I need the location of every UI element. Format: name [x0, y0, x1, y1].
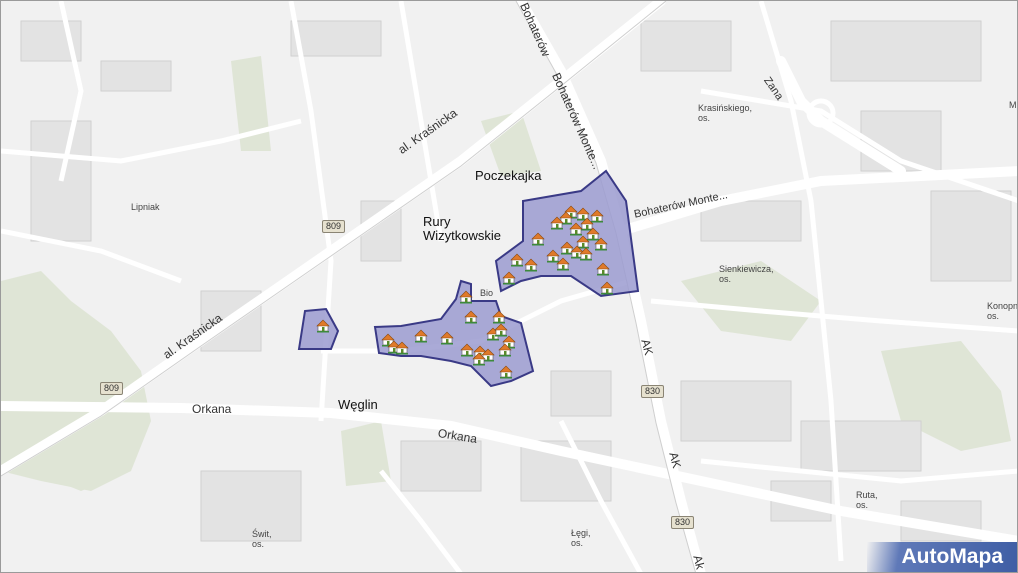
- label-ruta: Ruta,: [856, 490, 878, 500]
- automapa-logo: AutoMapa: [867, 542, 1017, 572]
- label-sienkiewicza-os: os.: [719, 274, 732, 284]
- road-label-orkana-1: Orkana: [192, 402, 232, 416]
- label-krasinskiego-os: os.: [698, 113, 711, 123]
- street: [650, 298, 1017, 334]
- road-label-ak-2: AK: [666, 450, 684, 470]
- building: [400, 440, 482, 492]
- label-konopnickiej: Konopn: [987, 301, 1018, 311]
- building: [640, 20, 732, 72]
- building: [680, 380, 792, 442]
- label-swit-os: os.: [252, 539, 265, 549]
- building: [100, 60, 172, 92]
- map-view[interactable]: Poczekajka Rury Wizytkowskie Węglin Lipn…: [0, 0, 1018, 573]
- label-konopnickiej-os: os.: [987, 311, 1000, 321]
- building: [830, 20, 982, 82]
- route-shield-809: 809: [322, 220, 346, 233]
- label-edge-m: M: [1009, 100, 1017, 110]
- label-bion: Bio: [480, 288, 494, 298]
- label-lipniak: Lipniak: [131, 202, 160, 212]
- label-swit: Świt,: [252, 529, 272, 539]
- label-weglin: Węglin: [338, 397, 378, 412]
- building: [200, 470, 302, 542]
- road-label-ak-1: AK: [638, 337, 656, 357]
- route-shield-830: 830: [671, 516, 695, 529]
- building: [290, 20, 382, 57]
- label-krasinskiego: Krasińskiego,: [698, 103, 753, 113]
- building: [550, 370, 612, 417]
- label-sienkiewicza: Sienkiewicza,: [719, 264, 774, 274]
- highlight-area-east: [494, 169, 640, 298]
- map-base: [1, 1, 1017, 572]
- building: [800, 420, 922, 472]
- label-ruta-os: os.: [856, 500, 869, 510]
- building: [930, 190, 1012, 282]
- street: [288, 1, 334, 422]
- route-shield-830: 830: [641, 385, 665, 398]
- label-legi-os: os.: [571, 538, 584, 548]
- label-legi: Łęgi,: [571, 528, 591, 538]
- route-shield-809: 809: [100, 382, 124, 395]
- label-wizytkowskie: Wizytkowskie: [423, 228, 502, 243]
- label-poczekajka: Poczekajka: [475, 168, 542, 183]
